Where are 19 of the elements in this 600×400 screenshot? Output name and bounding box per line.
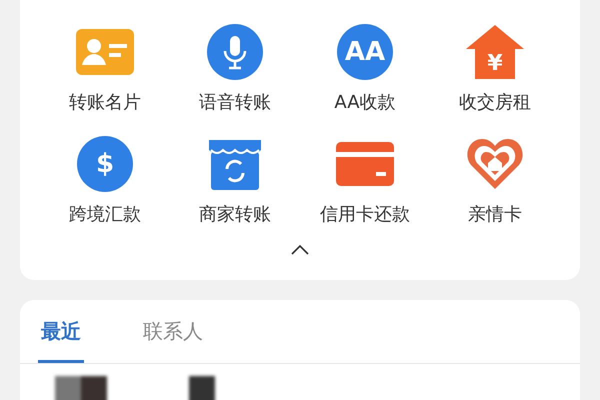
service-shortcut[interactable]: AA AA收款: [300, 22, 430, 114]
service-shortcut[interactable]: 商家转账: [170, 134, 300, 226]
shop-icon: [207, 138, 263, 190]
service-shortcut[interactable]: 信用卡还款: [300, 134, 430, 226]
service-shortcut[interactable]: 语音转账: [170, 22, 300, 114]
heart-house-icon: [466, 137, 524, 191]
service-shortcut[interactable]: 亲情卡: [430, 134, 560, 226]
id-card-icon: [76, 29, 134, 75]
microphone-icon: [207, 24, 263, 80]
photo-placeholder: [55, 376, 107, 400]
photo-placeholder: [189, 376, 215, 400]
service-shortcut[interactable]: ¥ 收交房租: [430, 22, 560, 114]
tab[interactable]: 联系人: [140, 300, 206, 363]
service-shortcut[interactable]: $ 跨境汇款: [40, 134, 170, 226]
credit-card-icon: [336, 142, 394, 186]
chevron-up-icon[interactable]: [290, 244, 310, 256]
tab[interactable]: 最近: [38, 300, 84, 363]
split-bill-icon: AA: [337, 24, 393, 80]
service-shortcut[interactable]: 转账名片: [40, 22, 170, 114]
